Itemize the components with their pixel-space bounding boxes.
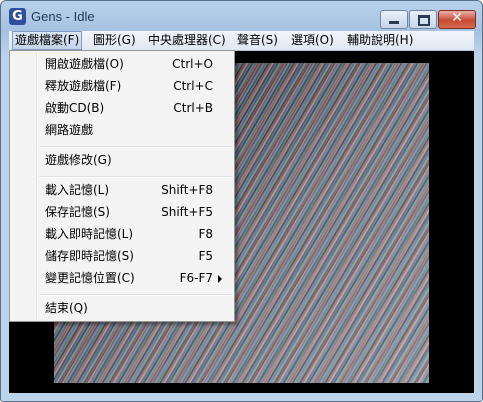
menu-graphics[interactable]: 圖形(G)	[91, 32, 138, 49]
menu-item-label: 網路遊戲	[45, 123, 94, 137]
menu-item-shortcut: Shift+F8	[161, 183, 213, 197]
menu-item-open-rom[interactable]: 開啟遊戲檔(O) Ctrl+O	[10, 53, 234, 75]
maximize-icon	[418, 15, 430, 26]
menu-item-exit[interactable]: 結束(Q)	[10, 297, 234, 319]
menu-item-quick-load[interactable]: 載入即時記憶(L) F8	[10, 223, 234, 245]
title-bar[interactable]: G Gens - Idle ✕	[1, 1, 482, 31]
gens-app-icon[interactable]: G	[9, 8, 26, 25]
menu-item-label: 變更記憶位置(C)	[45, 271, 135, 285]
menu-item-label: 儲存即時記憶(S)	[45, 249, 134, 263]
menu-item-shortcut: Ctrl+O	[172, 57, 213, 71]
maximize-button[interactable]	[409, 10, 437, 29]
menu-item-shortcut: F8	[198, 227, 213, 241]
minimize-button[interactable]	[380, 10, 408, 29]
menu-item-shortcut: F6-F7	[179, 271, 213, 285]
submenu-arrow-icon	[218, 275, 222, 283]
menu-file[interactable]: 遊戲檔案(F)	[12, 31, 83, 50]
menu-item-boot-cd[interactable]: 啟動CD(B) Ctrl+B	[10, 97, 234, 119]
menu-bar: 遊戲檔案(F) 圖形(G) 中央處理器(C) 聲音(S) 選項(O) 輔助說明(…	[9, 31, 474, 51]
menu-item-shortcut: Ctrl+B	[173, 101, 213, 115]
menu-item-label: 開啟遊戲檔(O)	[45, 57, 124, 71]
menu-item-label: 載入記憶(L)	[45, 183, 110, 197]
menu-separator	[39, 294, 232, 296]
menu-item-label: 保存記憶(S)	[45, 205, 110, 219]
menu-item-quick-save[interactable]: 儲存即時記憶(S) F5	[10, 245, 234, 267]
menu-separator	[39, 146, 232, 148]
menu-item-shortcut: F5	[198, 249, 213, 263]
menu-item-label: 遊戲修改(G)	[45, 153, 112, 167]
menu-item-shortcut: Shift+F5	[161, 205, 213, 219]
minimize-icon	[389, 21, 399, 24]
menu-item-label: 結束(Q)	[45, 301, 88, 315]
menu-item-change-state-slot[interactable]: 變更記憶位置(C) F6-F7	[10, 267, 234, 289]
menu-separator	[39, 176, 232, 178]
menu-item-close-rom[interactable]: 釋放遊戲檔(F) Ctrl+C	[10, 75, 234, 97]
menu-item-save-state[interactable]: 保存記憶(S) Shift+F5	[10, 201, 234, 223]
window-title: Gens - Idle	[31, 9, 95, 24]
menu-item-netplay[interactable]: 網路遊戲	[10, 119, 234, 141]
menu-item-label: 載入即時記憶(L)	[45, 227, 134, 241]
menu-options[interactable]: 選項(O)	[289, 32, 336, 49]
close-icon: ✕	[451, 10, 463, 26]
menu-sound[interactable]: 聲音(S)	[235, 32, 280, 49]
menu-help[interactable]: 輔助說明(H)	[345, 32, 415, 49]
menu-item-shortcut: Ctrl+C	[173, 79, 213, 93]
menu-item-label: 啟動CD(B)	[45, 101, 105, 115]
file-menu-dropdown: 開啟遊戲檔(O) Ctrl+O 釋放遊戲檔(F) Ctrl+C 啟動CD(B) …	[9, 50, 235, 322]
menu-item-label: 釋放遊戲檔(F)	[45, 79, 122, 93]
close-button[interactable]: ✕	[438, 10, 476, 29]
menu-item-game-genie[interactable]: 遊戲修改(G)	[10, 149, 234, 171]
app-window: G Gens - Idle ✕ 遊戲檔案(F) 圖形(G) 中央處理器(C) 聲…	[0, 0, 483, 402]
menu-item-load-state[interactable]: 載入記憶(L) Shift+F8	[10, 179, 234, 201]
menu-cpu[interactable]: 中央處理器(C)	[146, 32, 228, 49]
